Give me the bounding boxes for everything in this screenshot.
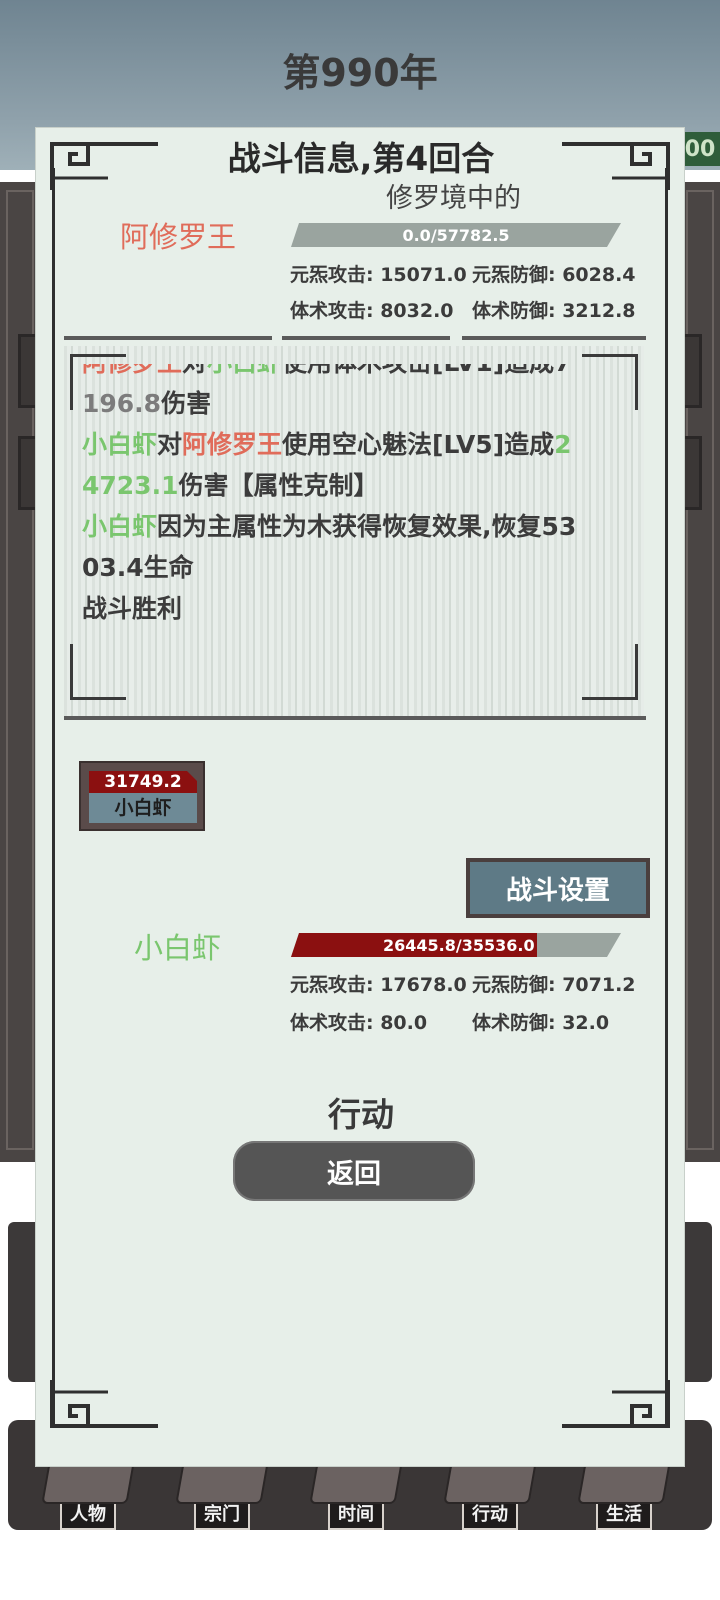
battle-settings-button[interactable]: 战斗设置 [466,858,650,918]
player-elem-defense: 元炁防御: 7071.2 [472,974,636,996]
enemy-body-attack: 体术攻击: 8032.0 [290,300,454,322]
nav-life[interactable]: 生活 [566,1460,682,1530]
enemy-body-defense: 体术防御: 3212.8 [472,300,636,322]
enemy-name: 阿修罗王 [120,220,237,254]
enemy-elem-attack: 元炁攻击: 15071.0 [290,264,467,286]
party-member-card[interactable]: 31749.2 小白虾 [79,761,205,831]
log-line: 战斗胜利 [82,594,183,623]
player-hp-text: 26445.8/35536.0 [383,935,535,955]
log-divider-1 [64,336,272,340]
log-divider-bottom [64,716,646,720]
player-name: 小白虾 [134,931,222,965]
nav-time[interactable]: 时间 [298,1460,414,1530]
enemy-hp-text: 0.0/57782.5 [402,225,510,245]
log-line: 196.8伤害 [82,389,212,418]
resource-counter: 00 [680,132,720,166]
enemy-hp-bar: 0.0/57782.5 [291,223,621,247]
log-line: 03.4生命 [82,553,194,582]
log-divider-2 [282,336,450,340]
action-label: 行动 [328,1095,394,1134]
log-line: 小白虾因为主属性为木获得恢复效果,恢复53 [82,512,577,541]
corner-ornament-bottom-right [552,1376,672,1436]
player-body-defense: 体术防御: 32.0 [472,1012,610,1034]
frame-right [665,168,668,1428]
party-member-hp: 31749.2 [89,771,197,793]
nav-person[interactable]: 人物 [30,1460,146,1530]
action-figure-icon [443,1462,537,1504]
incense-burner-icon [309,1462,403,1504]
person-icon [41,1462,135,1504]
enemy-elem-defense: 元炁防御: 6028.4 [472,264,636,286]
log-line: 4723.1伤害【属性克制】 [82,471,379,500]
life-scroll-icon [577,1462,671,1504]
enemy-realm-label: 修罗境中的 [386,183,521,214]
player-elem-attack: 元炁攻击: 17678.0 [290,974,467,996]
battle-info-modal: 战斗信息,第4回合 修罗境中的 阿修罗王 0.0/57782.5 元炁攻击: 1… [35,127,685,1467]
nav-action[interactable]: 行动 [432,1460,548,1530]
party-member-name: 小白虾 [89,793,197,823]
player-hp-bar: 26445.8/35536.0 [291,933,621,957]
frame-left [52,168,55,1428]
year-title: 第990年 [282,51,438,95]
battle-log-text: 阿修罗王对小白虾使用体术攻击[LV1]造成7 196.8伤害 小白虾对阿修罗王使… [82,364,622,704]
corner-ornament-bottom-left [48,1376,168,1436]
player-body-attack: 体术攻击: 80.0 [290,1012,428,1034]
log-line: 阿修罗王对小白虾使用体术攻击[LV1]造成7 [82,364,622,383]
log-divider-3 [462,336,646,340]
nav-sect[interactable]: 宗门 [164,1460,280,1530]
log-line: 小白虾对阿修罗王使用空心魅法[LV5]造成2 [82,430,572,459]
battle-title: 战斗信息,第4回合 [227,139,495,178]
return-button[interactable]: 返回 [233,1141,475,1201]
sect-gate-icon [175,1462,269,1504]
